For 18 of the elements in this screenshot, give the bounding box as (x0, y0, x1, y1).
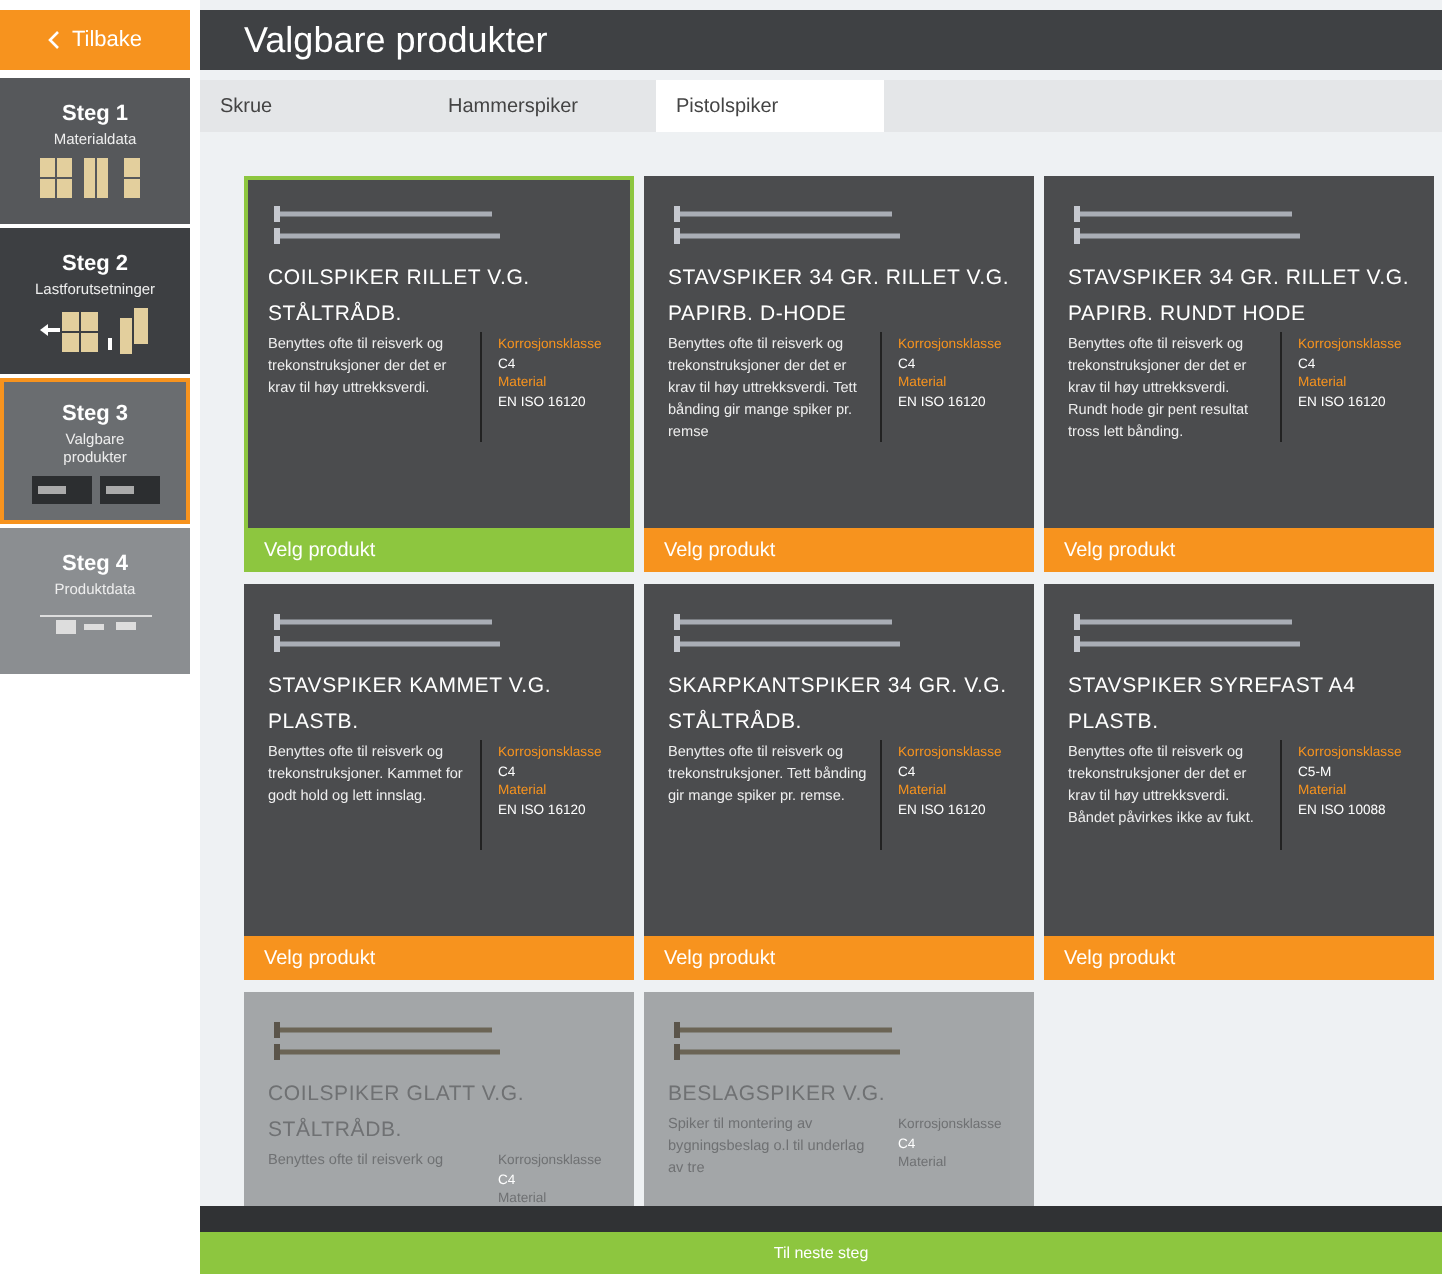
select-product-button[interactable]: Velg produkt (1044, 936, 1434, 980)
product-name: STAVSPIKER 34 GR. RILLET V.G. PAPIRB. RUNDT HODE (1066, 264, 1412, 330)
select-product-button[interactable]: Velg produkt (244, 936, 634, 980)
next-step-button[interactable]: Til neste steg (200, 1232, 1442, 1274)
select-product-button[interactable]: Velg produkt (644, 528, 1034, 572)
select-product-button[interactable]: Velg produkt (644, 936, 1034, 980)
product-tab[interactable]: Pistolspiker (656, 80, 884, 132)
product-name: STAVSPIKER SYREFAST A4 PLASTB. (1066, 672, 1358, 738)
cards-icon (29, 474, 161, 506)
product-name: STAVSPIKER KAMMET V.G. PLASTB. (266, 672, 554, 738)
product-name: COILSPIKER RILLET V.G. STÅLTRÅDB. (266, 264, 532, 330)
product-name: SKARPKANTSPIKER 34 GR. V.G. STÅLTRÅDB. (666, 672, 1009, 738)
page-title: Valgbare produkter (200, 10, 1442, 70)
select-product-button[interactable]: Velg produkt (244, 528, 634, 572)
chevron-left-icon (47, 30, 60, 50)
product-name: STAVSPIKER 34 GR. RILLET V.G. PAPIRB. D-HODE (666, 264, 1012, 330)
select-product-button[interactable]: Velg produkt (1044, 528, 1434, 572)
back-button[interactable]: Tilbake (0, 10, 190, 70)
